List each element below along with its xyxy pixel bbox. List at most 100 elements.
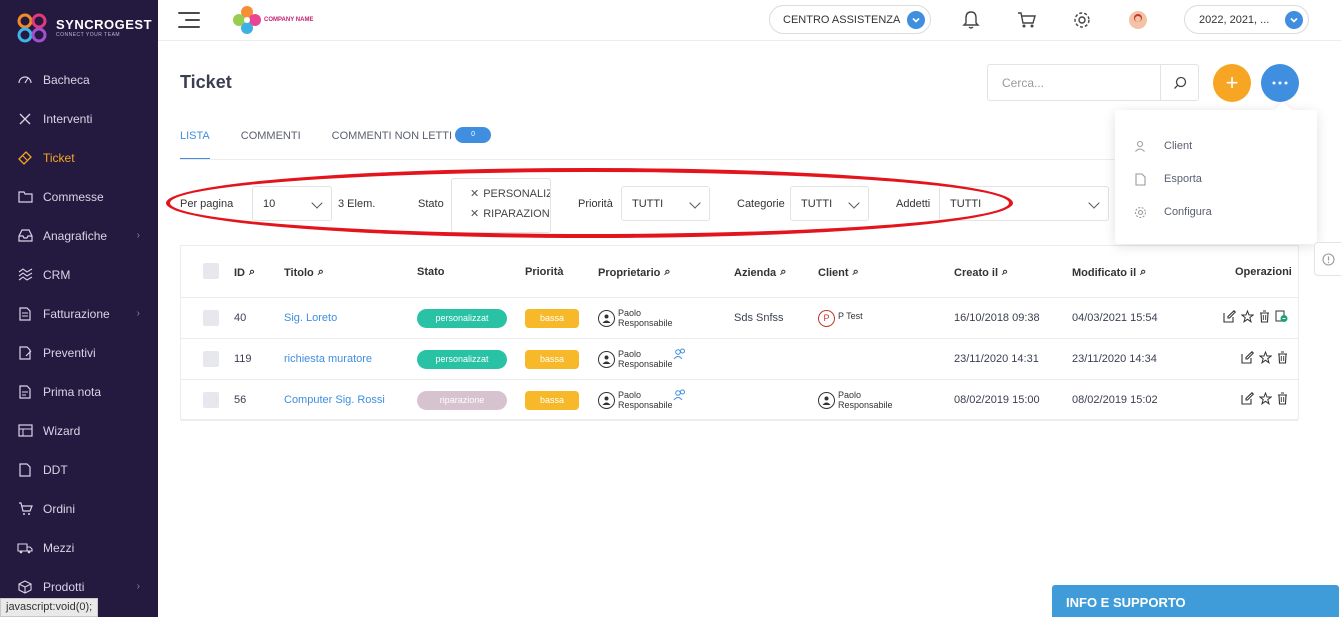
- star-icon[interactable]: [1258, 350, 1273, 367]
- box-icon: [17, 579, 33, 595]
- sidebar-item-fatturazione[interactable]: Fatturazione ›: [0, 294, 158, 333]
- trash-icon[interactable]: [1277, 392, 1288, 408]
- sidebar-item-bacheca[interactable]: Bacheca: [0, 60, 158, 99]
- header-creato[interactable]: Creato il ⌕: [954, 266, 1008, 279]
- assistance-select[interactable]: CENTRO ASSISTENZA: [769, 5, 931, 34]
- person-icon: [598, 391, 615, 409]
- menu-item-configura[interactable]: Configura: [1133, 202, 1212, 222]
- person-icon: [598, 309, 615, 327]
- group-icon: [673, 389, 687, 404]
- client-first-name: Paolo: [838, 390, 862, 400]
- sidebar-item-ddt[interactable]: DDT: [0, 450, 158, 489]
- trash-icon[interactable]: [1259, 310, 1270, 326]
- edit-icon[interactable]: [1223, 310, 1237, 326]
- sidebar-item-preventivi[interactable]: Preventivi: [0, 333, 158, 372]
- header-operazioni-label: Operazioni: [1235, 266, 1292, 278]
- select-all-checkbox[interactable]: [203, 263, 219, 279]
- search-button[interactable]: [1160, 65, 1198, 100]
- ticket-icon: [17, 150, 33, 166]
- settings-gear-icon[interactable]: [1071, 9, 1093, 31]
- cell-id: 40: [234, 312, 247, 324]
- more-options-button[interactable]: [1261, 64, 1299, 102]
- years-select[interactable]: 2022, 2021, ...: [1184, 5, 1309, 34]
- sidebar-item-interventi[interactable]: Interventi: [0, 99, 158, 138]
- search-input[interactable]: [988, 65, 1158, 100]
- search-icon: ⌕: [317, 266, 324, 278]
- menu-item-esporta-label: Esporta: [1164, 173, 1202, 185]
- header-client[interactable]: Client ⌕: [818, 266, 859, 279]
- header-id[interactable]: ID ⌕: [234, 266, 255, 279]
- header-modificato[interactable]: Modificato il ⌕: [1072, 266, 1146, 279]
- edit-icon[interactable]: [1241, 351, 1255, 367]
- assistance-label: CENTRO ASSISTENZA: [783, 13, 901, 26]
- ddt-icon: [17, 462, 33, 478]
- table-row[interactable]: 56 Computer Sig. Rossi riparazione bassa Pao…: [181, 380, 1298, 421]
- sidebar-item-mezzi[interactable]: Mezzi: [0, 528, 158, 567]
- cell-modified: 23/11/2020 14:34: [1072, 353, 1157, 365]
- header-azienda-label: Azienda: [734, 266, 777, 279]
- tab-lista[interactable]: LISTA: [180, 127, 210, 160]
- search-icon: ⌕: [1140, 266, 1147, 278]
- header-titolo[interactable]: Titolo ⌕: [284, 266, 324, 279]
- cell-created: 08/02/2019 15:00: [954, 394, 1040, 406]
- sidebar-item-wizard[interactable]: Wizard: [0, 411, 158, 450]
- file-icon: [1133, 172, 1147, 186]
- sidebar-item-label: DDT: [43, 462, 68, 477]
- sidebar-item-prima-nota[interactable]: Prima nota: [0, 372, 158, 411]
- sidebar-item-commesse[interactable]: Commesse: [0, 177, 158, 216]
- priority-badge: bassa: [525, 349, 579, 369]
- company-flower-icon: [233, 6, 261, 34]
- table-row[interactable]: 119 richiesta muratore personalizzat bassa P…: [181, 339, 1298, 380]
- cell-id: 119: [234, 353, 252, 365]
- bell-icon[interactable]: [960, 9, 982, 31]
- star-icon[interactable]: [1258, 391, 1273, 408]
- menu-item-esporta[interactable]: Esporta: [1133, 169, 1202, 189]
- row-checkbox[interactable]: [203, 351, 219, 367]
- star-icon[interactable]: [1240, 309, 1255, 326]
- add-ticket-button[interactable]: +: [1213, 64, 1251, 102]
- header-azienda[interactable]: Azienda ⌕: [734, 266, 786, 279]
- more-options-menu: Client Esporta Configura: [1115, 110, 1317, 244]
- plus-icon: +: [1225, 70, 1239, 95]
- side-info-tab[interactable]: [1314, 242, 1341, 276]
- trash-icon[interactable]: [1277, 351, 1288, 367]
- header-proprietario[interactable]: Proprietario ⌕: [598, 266, 671, 279]
- convert-icon[interactable]: [1275, 310, 1288, 326]
- owner-role: Responsabile: [618, 359, 673, 369]
- menu-toggle-icon[interactable]: [178, 12, 200, 28]
- client-initial-icon: P: [818, 309, 835, 327]
- row-checkbox[interactable]: [203, 392, 219, 408]
- sidebar-item-label: Prodotti: [43, 579, 85, 594]
- tab-commenti-non-letti[interactable]: COMMENTI NON LETTI 0: [332, 127, 492, 160]
- row-checkbox[interactable]: [203, 310, 219, 326]
- table-row[interactable]: 40 Sig. Loreto personalizzat bassa Paolo Resp…: [181, 298, 1298, 339]
- ticket-title-link[interactable]: Sig. Loreto: [284, 298, 337, 338]
- sidebar-item-anagrafiche[interactable]: Anagrafiche ›: [0, 216, 158, 255]
- tools-icon: [17, 111, 33, 127]
- owner-first-name: Paolo: [618, 308, 642, 318]
- person-icon: [598, 350, 615, 368]
- ticket-title-link[interactable]: richiesta muratore: [284, 339, 372, 379]
- sidebar-item-ordini[interactable]: Ordini: [0, 489, 158, 528]
- invoice-icon: [17, 306, 33, 322]
- user-avatar[interactable]: [1127, 9, 1149, 31]
- tab-commenti[interactable]: COMMENTI: [241, 127, 301, 160]
- cart-icon[interactable]: [1016, 9, 1038, 31]
- tickets-table: ID ⌕ Titolo ⌕ Stato Priorità Proprietario ⌕…: [180, 245, 1299, 421]
- sidebar-item-crm[interactable]: CRM: [0, 255, 158, 294]
- inbox-icon: [17, 228, 33, 244]
- company-logo[interactable]: COMPANY NAME: [232, 3, 313, 37]
- priority-badge: bassa: [525, 390, 579, 410]
- edit-icon[interactable]: [1241, 392, 1255, 408]
- ticket-title-link[interactable]: Computer Sig. Rossi: [284, 380, 385, 420]
- cell-created: 23/11/2020 14:31: [954, 353, 1039, 365]
- company-name: COMPANY NAME: [264, 17, 314, 23]
- status-badge: personalizzat: [417, 349, 507, 369]
- chevron-right-icon: ›: [136, 308, 140, 319]
- info-support-button[interactable]: INFO E SUPPORTO: [1052, 585, 1339, 617]
- menu-item-client[interactable]: Client: [1133, 136, 1192, 156]
- crm-icon: [17, 267, 33, 283]
- sidebar-item-label: Interventi: [43, 111, 93, 126]
- sidebar-item-ticket[interactable]: Ticket: [0, 138, 158, 177]
- app-logo[interactable]: SYNCROGEST CONNECT YOUR TEAM: [0, 0, 158, 56]
